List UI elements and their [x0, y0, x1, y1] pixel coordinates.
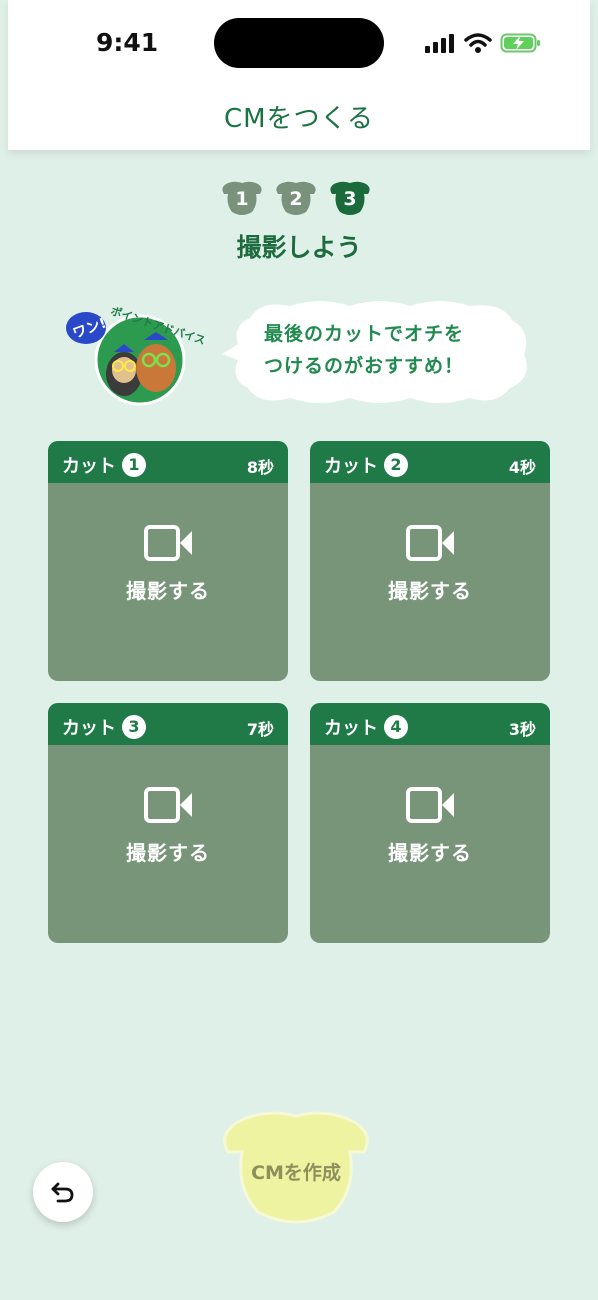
create-cm-button[interactable]: CMを作成 — [218, 1108, 374, 1228]
step-1: 1 — [220, 180, 264, 218]
cellular-signal-icon — [425, 34, 454, 53]
cut-number-badge: 1 — [122, 453, 146, 477]
status-icons — [424, 30, 542, 56]
cut-duration: 8秒 — [246, 458, 274, 477]
cut-duration: 7秒 — [246, 720, 274, 739]
advice-line-2: つけるのがおすすめ！ — [264, 355, 465, 377]
video-camera-icon — [406, 525, 454, 561]
cut-card-1[interactable]: カット 1 8秒 撮影する — [48, 441, 288, 681]
battery-charging-icon — [500, 33, 540, 53]
advice-bubble: 最後のカットでオチを つけるのがおすすめ！ — [220, 298, 536, 406]
back-button[interactable] — [33, 1162, 93, 1222]
cut-label: カット — [62, 456, 116, 477]
page-title: CMをつくる — [223, 104, 375, 134]
shoot-button-label[interactable]: 撮影する — [48, 575, 288, 604]
undo-arrow-icon — [51, 1182, 74, 1203]
step-2: 2 — [274, 180, 318, 218]
shoot-button-label[interactable]: 撮影する — [310, 575, 550, 604]
cut-label: カット — [62, 718, 116, 739]
cut-duration: 3秒 — [508, 720, 536, 739]
shoot-button-label[interactable]: 撮影する — [310, 837, 550, 866]
cut-duration: 4秒 — [508, 458, 536, 477]
step-3: 3 — [328, 180, 372, 218]
cut-card-3[interactable]: カット 3 7秒 撮影する — [48, 703, 288, 943]
status-time: 9:41 — [96, 28, 159, 57]
step-indicator: 1 2 3 — [220, 180, 372, 218]
advice-text: 最後のカットでオチを つけるのがおすすめ！ — [264, 318, 524, 382]
cut-header: カット 1 8秒 — [48, 441, 288, 483]
cut-shoot-area[interactable]: 撮影する — [310, 745, 550, 943]
dynamic-island — [214, 18, 384, 68]
cut-number-badge: 3 — [122, 715, 146, 739]
shoot-button-label[interactable]: 撮影する — [48, 837, 288, 866]
step-number: 2 — [289, 188, 303, 210]
cut-card-4[interactable]: カット 4 3秒 撮影する — [310, 703, 550, 943]
cut-label: カット — [324, 456, 378, 477]
cut-label: カット — [324, 718, 378, 739]
wifi-icon — [464, 33, 492, 53]
cut-shoot-area[interactable]: 撮影する — [48, 745, 288, 943]
advice-line-1: 最後のカットでオチを — [264, 323, 465, 345]
cut-card-2[interactable]: カット 2 4秒 撮影する — [310, 441, 550, 681]
step-number: 3 — [343, 188, 357, 210]
create-cm-label: CMを作成 — [251, 1162, 341, 1184]
advisor-dogs-illustration: ワン! ポイントアドバイス — [66, 304, 204, 406]
cut-shoot-area[interactable]: 撮影する — [48, 483, 288, 681]
step-number: 1 — [235, 188, 249, 210]
cut-number-badge: 4 — [384, 715, 408, 739]
video-camera-icon — [406, 787, 454, 823]
cut-header: カット 4 3秒 — [310, 703, 550, 745]
cut-header: カット 2 4秒 — [310, 441, 550, 483]
video-camera-icon — [144, 525, 192, 561]
video-camera-icon — [144, 787, 192, 823]
cut-number-badge: 2 — [384, 453, 408, 477]
app-header: 9:41 CMをつくる — [8, 0, 590, 150]
cut-shoot-area[interactable]: 撮影する — [310, 483, 550, 681]
cut-header: カット 3 7秒 — [48, 703, 288, 745]
step-subtitle: 撮影しよう — [236, 233, 362, 262]
